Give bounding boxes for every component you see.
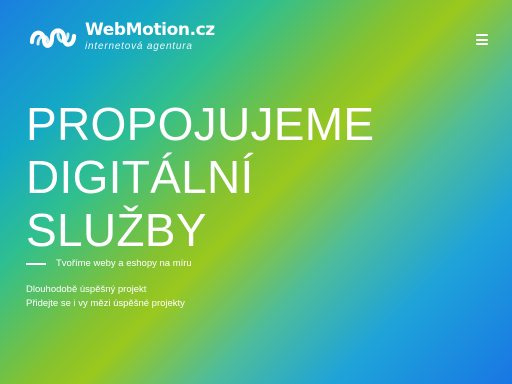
menu-bar-middle bbox=[476, 38, 488, 41]
logo-tagline: internetová agentura bbox=[85, 41, 193, 52]
hero-title-line-2: DIGITÁLNÍ bbox=[26, 151, 254, 203]
hero-title-line-1: PROPOJUJEME bbox=[26, 98, 375, 150]
menu-bar-top bbox=[476, 34, 488, 36]
hero-title: PROPOJUJEME DIGITÁLNÍ SLUŽBY bbox=[26, 98, 374, 257]
menu-bar-bottom bbox=[476, 43, 488, 45]
hero-title-line-3: SLUŽBY bbox=[26, 204, 207, 256]
subtitle-divider bbox=[26, 262, 46, 265]
webmotion-logo-icon bbox=[29, 28, 77, 48]
hero-links: Dlouhodobě úspěšný projekt Přidejte se i… bbox=[26, 283, 185, 311]
logo-name: WebMotion.cz bbox=[85, 20, 215, 40]
project-link-1[interactable]: Dlouhodobě úspěšný projekt bbox=[26, 283, 185, 297]
hamburger-menu-icon[interactable] bbox=[476, 34, 488, 45]
logo[interactable]: WebMotion.cz internetová agentura bbox=[28, 20, 215, 54]
site-header: WebMotion.cz internetová agentura bbox=[28, 20, 488, 60]
hero-subtitle: Tvoříme weby a eshopy na míru bbox=[56, 258, 192, 269]
logo-text: WebMotion.cz internetová agentura bbox=[85, 22, 215, 52]
hero-subtitle-row: Tvoříme weby a eshopy na míru bbox=[26, 258, 192, 269]
project-link-2[interactable]: Přidejte se i vy mězi úspěšné projekty bbox=[26, 297, 185, 311]
